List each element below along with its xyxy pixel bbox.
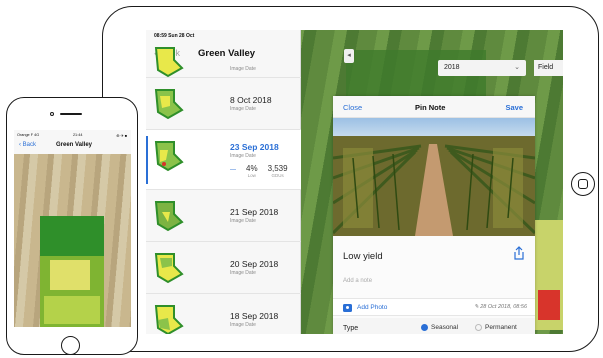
- stat-gdus: 3,539 GDUs: [268, 164, 288, 178]
- note-text-field[interactable]: Add a note: [343, 278, 372, 284]
- list-item-date: 18 Sep 2018: [230, 311, 279, 321]
- field-thumbnail-icon: [154, 201, 184, 232]
- field-button[interactable]: Field: [534, 60, 563, 76]
- iphone-camera: [50, 112, 54, 116]
- phone-back-button[interactable]: ‹ Back: [19, 142, 36, 148]
- iphone-speaker: [60, 113, 82, 115]
- field-thumbnail-icon: [154, 89, 184, 120]
- radio-checked-icon: [421, 324, 428, 331]
- image-date-list-panel: 08:59 Sun 28 Oct ‹ Back Green Valley Ima…: [146, 30, 301, 334]
- list-item[interactable]: 20 Sep 2018 Image Date: [146, 242, 301, 294]
- option-label: Seasonal: [431, 324, 459, 331]
- phone-map[interactable]: [14, 154, 131, 327]
- clock: 21:44: [72, 133, 83, 137]
- phone-status-bar: Orange F 4G 21:44 ⊕ ✈ ■: [17, 133, 127, 138]
- share-icon[interactable]: [513, 246, 525, 260]
- phone-page-title: Green Valley: [56, 142, 93, 148]
- list-item[interactable]: 8 Oct 2018 Image Date: [146, 78, 301, 130]
- field-zone-mid: [44, 296, 100, 324]
- list-item[interactable]: Image Date: [146, 47, 301, 78]
- camera-icon[interactable]: [343, 304, 352, 312]
- list-item-sub: Image Date: [230, 153, 256, 159]
- stat-label: Low: [247, 173, 256, 178]
- stat-legend: —: [230, 167, 236, 173]
- stat-label: GDUs: [271, 173, 284, 178]
- pin-note-name[interactable]: Low yield: [343, 251, 383, 262]
- list-item-sub: Image Date: [230, 218, 256, 224]
- type-option-permanent[interactable]: Permanent: [475, 324, 517, 331]
- carrier: Orange F 4G: [17, 133, 40, 137]
- list-item-date: 20 Sep 2018: [230, 259, 279, 269]
- year-value: 2018: [444, 64, 460, 71]
- year-select[interactable]: 2018 ⌄: [438, 60, 526, 76]
- device-mockup: 08:59 Sun 28 Oct ‹ Back Green Valley Ima…: [0, 0, 603, 358]
- stat-value: 3,539: [267, 164, 288, 173]
- field-thumbnail-icon: [154, 141, 184, 172]
- chevron-down-icon: ⌄: [514, 64, 520, 71]
- list-item-sub: Image Date: [230, 106, 256, 112]
- status-icons: ⊕ ✈ ■: [116, 134, 127, 138]
- close-button[interactable]: Close: [343, 103, 362, 112]
- radio-unchecked-icon: [475, 324, 482, 331]
- map-low-zone: [538, 290, 560, 320]
- list-item-sub: Image Date: [230, 322, 256, 328]
- crop-photo[interactable]: [333, 118, 535, 236]
- list-item-selected[interactable]: 23 Sep 2018 Image Date — 4% Low 3,539 GD…: [146, 130, 301, 190]
- page-title: Green Valley: [198, 48, 256, 59]
- pin-note-panel: Close Pin Note Save Low yield Add a note…: [333, 96, 535, 334]
- field-thumbnail-icon: [154, 305, 184, 334]
- add-photo-button[interactable]: Add Photo: [357, 304, 387, 311]
- iphone-home-button: [61, 336, 80, 355]
- type-label: Type: [343, 325, 359, 332]
- field-thumbnail-icon: [154, 253, 184, 284]
- ipad-screen: 08:59 Sun 28 Oct ‹ Back Green Valley Ima…: [146, 30, 563, 334]
- list-item[interactable]: 18 Sep 2018 Image Date: [146, 294, 301, 334]
- list-item[interactable]: 21 Sep 2018 Image Date: [146, 190, 301, 242]
- image-date-list: Image Date 8 Oct 2018 Image Date 23 Sep …: [146, 47, 301, 334]
- list-item-date: 8 Oct 2018: [230, 95, 272, 105]
- type-option-seasonal[interactable]: Seasonal: [421, 324, 458, 331]
- field-stats: — 4% Low 3,539 GDUs: [230, 164, 288, 178]
- list-item-sub: Image Date: [230, 66, 256, 72]
- iphone-screen: Orange F 4G 21:44 ⊕ ✈ ■ ‹ Back Green Val…: [14, 130, 131, 327]
- field-zone-high: [40, 216, 104, 256]
- phone-field-overlay[interactable]: [40, 216, 104, 327]
- list-item-sub: Image Date: [230, 270, 256, 276]
- save-button[interactable]: Save: [505, 103, 523, 112]
- collapse-panel-button[interactable]: ◂: [344, 49, 354, 63]
- field-thumbnail-icon: [154, 47, 184, 78]
- stat-low: 4% Low: [246, 164, 258, 178]
- edited-timestamp: ✎ 28 Oct 2018, 08:56: [474, 304, 527, 310]
- photo-row: Add Photo ✎ 28 Oct 2018, 08:56: [333, 298, 535, 316]
- pin-note-title: Pin Note: [415, 103, 446, 112]
- ipad-home-button-icon: [578, 179, 588, 189]
- status-bar: 08:59 Sun 28 Oct: [154, 33, 195, 39]
- back-label: Back: [22, 142, 37, 148]
- list-item-date: 21 Sep 2018: [230, 207, 279, 217]
- pin-note-header: Close Pin Note Save: [333, 96, 535, 118]
- option-label: Permanent: [485, 324, 517, 331]
- list-item-date: 23 Sep 2018: [230, 142, 279, 152]
- field-zone-low: [50, 260, 90, 290]
- type-row: Type Seasonal Permanent: [333, 318, 535, 334]
- stat-value: 4%: [246, 164, 258, 173]
